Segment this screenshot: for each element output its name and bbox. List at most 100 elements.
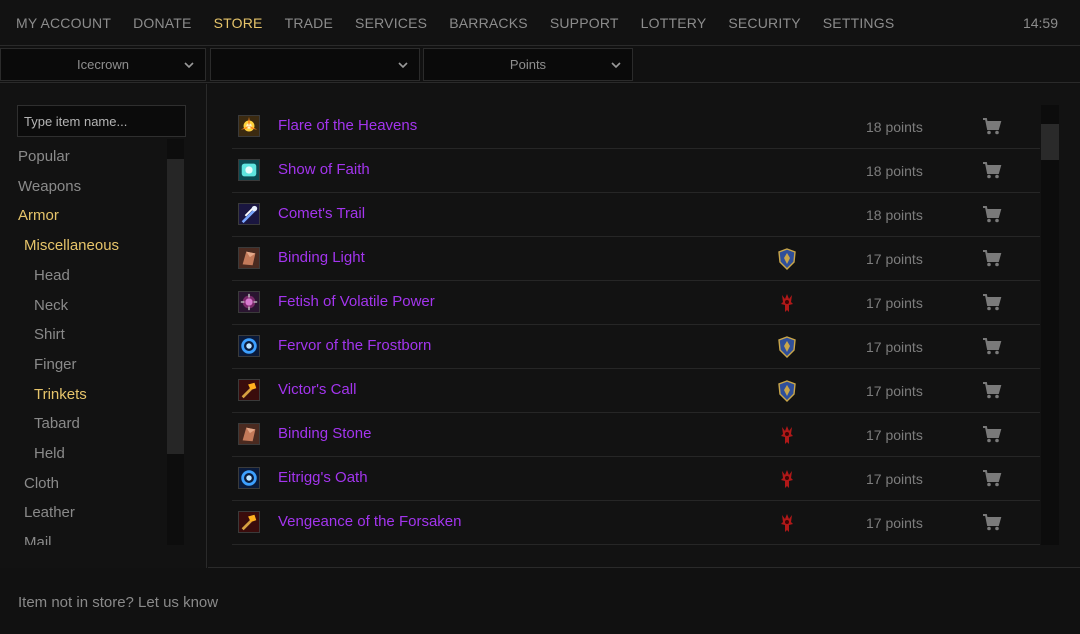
add-to-cart-icon[interactable]: [982, 205, 1002, 223]
add-to-cart-icon[interactable]: [982, 161, 1002, 179]
nav-item-settings[interactable]: SETTINGS: [823, 15, 895, 31]
item-price: 18 points: [866, 119, 923, 135]
hammer-icon: [238, 511, 260, 533]
item-name-link[interactable]: Show of Faith: [278, 161, 370, 178]
item-name-link[interactable]: Comet's Trail: [278, 205, 365, 222]
category-item-neck[interactable]: Neck: [34, 297, 68, 314]
hammer-icon: [238, 379, 260, 401]
currency-select-value: Points: [509, 57, 547, 72]
alliance-faction-icon: [778, 380, 796, 402]
table-row[interactable]: Show of Faith 18 points: [232, 149, 1040, 193]
nav-item-lottery[interactable]: LOTTERY: [641, 15, 707, 31]
category-item-leather[interactable]: Leather: [24, 504, 75, 521]
item-price: 17 points: [866, 383, 923, 399]
horde-faction-icon: [781, 470, 793, 488]
item-name-link[interactable]: Eitrigg's Oath: [278, 469, 368, 486]
clock: 14:59: [1022, 15, 1058, 31]
item-name-link[interactable]: Fetish of Volatile Power: [278, 293, 435, 310]
table-row[interactable]: Eitrigg's Oath 17 points: [232, 457, 1040, 501]
add-to-cart-icon[interactable]: [982, 293, 1002, 311]
item-price: 17 points: [866, 295, 923, 311]
table-row[interactable]: Vengeance of the Forsaken 17 points: [232, 501, 1040, 545]
item-search-input[interactable]: [17, 105, 186, 137]
item-name-link[interactable]: Vengeance of the Forsaken: [278, 513, 461, 530]
nav-item-trade[interactable]: TRADE: [285, 15, 333, 31]
alliance-faction-icon: [778, 248, 796, 270]
add-to-cart-icon[interactable]: [982, 425, 1002, 443]
binding-icon: [238, 247, 260, 269]
horde-faction-icon: [781, 294, 793, 312]
chevron-down-icon: [398, 62, 408, 69]
item-list-scrollbar-track[interactable]: [1041, 105, 1059, 545]
item-list-scrollbar-thumb[interactable]: [1041, 124, 1059, 160]
add-to-cart-icon[interactable]: [982, 381, 1002, 399]
filter-bar: Icecrown Points: [0, 47, 1080, 83]
category-item-weapons[interactable]: Weapons: [18, 178, 81, 195]
table-row[interactable]: Fervor of the Frostborn 17 points: [232, 325, 1040, 369]
category-item-cloth[interactable]: Cloth: [24, 475, 59, 492]
nav-item-support[interactable]: SUPPORT: [550, 15, 619, 31]
add-to-cart-icon[interactable]: [982, 513, 1002, 531]
realm-select-value: Icecrown: [76, 57, 130, 72]
table-row[interactable]: Binding Stone 17 points: [232, 413, 1040, 457]
horde-faction-icon: [781, 514, 793, 532]
nav-item-donate[interactable]: DONATE: [133, 15, 192, 31]
add-to-cart-icon[interactable]: [982, 337, 1002, 355]
item-list: Flare of the Heavens 18 points Show of Fai…: [208, 84, 1080, 568]
category-sidebar: Popular Weapons Armor Miscellaneous Head Neck…: [0, 84, 207, 568]
nav-item-services[interactable]: SERVICES: [355, 15, 427, 31]
table-row[interactable]: Comet's Trail 18 points: [232, 193, 1040, 237]
add-to-cart-icon[interactable]: [982, 117, 1002, 135]
sidebar-scrollbar-thumb[interactable]: [167, 159, 184, 454]
table-row[interactable]: Fetish of Volatile Power 17 points: [232, 281, 1040, 325]
chevron-down-icon: [611, 62, 621, 69]
item-price: 18 points: [866, 163, 923, 179]
category-item-held[interactable]: Held: [34, 445, 65, 462]
item-name-link[interactable]: Flare of the Heavens: [278, 117, 417, 134]
item-price: 17 points: [866, 251, 923, 267]
item-name-link[interactable]: Binding Stone: [278, 425, 371, 442]
currency-select[interactable]: Points: [423, 48, 633, 81]
frost-icon: [238, 467, 260, 489]
realm-select[interactable]: Icecrown: [0, 48, 206, 81]
table-row[interactable]: Binding Light 17 points: [232, 237, 1040, 281]
category-item-trinkets[interactable]: Trinkets: [34, 386, 87, 403]
comet-icon: [238, 203, 260, 225]
request-item-link[interactable]: Item not in store? Let us know: [18, 594, 218, 611]
item-price: 17 points: [866, 427, 923, 443]
nav-item-my-account[interactable]: MY ACCOUNT: [16, 15, 111, 31]
item-price: 17 points: [866, 515, 923, 531]
binding-icon: [238, 423, 260, 445]
category-item-miscellaneous[interactable]: Miscellaneous: [24, 237, 119, 254]
category-item-finger[interactable]: Finger: [34, 356, 77, 373]
nav-list: MY ACCOUNT DONATE STORE TRADE SERVICES BARRAC…: [16, 0, 916, 46]
item-price: 18 points: [866, 207, 923, 223]
flare-icon: [238, 115, 260, 137]
chevron-down-icon: [184, 62, 194, 69]
item-name-link[interactable]: Binding Light: [278, 249, 365, 266]
category-item-tabard[interactable]: Tabard: [34, 415, 80, 432]
frost-icon: [238, 335, 260, 357]
nav-item-barracks[interactable]: BARRACKS: [449, 15, 528, 31]
add-to-cart-icon[interactable]: [982, 469, 1002, 487]
category-item-popular[interactable]: Popular: [18, 148, 70, 165]
horde-faction-icon: [781, 426, 793, 444]
fetish-icon: [238, 291, 260, 313]
item-name-link[interactable]: Fervor of the Frostborn: [278, 337, 431, 354]
category-item-armor[interactable]: Armor: [18, 207, 59, 224]
category-item-head[interactable]: Head: [34, 267, 70, 284]
category-item-shirt[interactable]: Shirt: [34, 326, 65, 343]
add-to-cart-icon[interactable]: [982, 249, 1002, 267]
nav-item-security[interactable]: SECURITY: [728, 15, 800, 31]
item-price: 17 points: [866, 471, 923, 487]
character-select[interactable]: [210, 48, 420, 81]
category-item-mail[interactable]: Mail: [24, 534, 52, 545]
table-row[interactable]: Victor's Call 17 points: [232, 369, 1040, 413]
category-list: Popular Weapons Armor Miscellaneous Head Neck…: [0, 139, 166, 545]
table-row[interactable]: Flare of the Heavens 18 points: [232, 105, 1040, 149]
item-name-link[interactable]: Victor's Call: [278, 381, 356, 398]
footer: Item not in store? Let us know: [0, 569, 1080, 634]
item-price: 17 points: [866, 339, 923, 355]
nav-item-store[interactable]: STORE: [214, 15, 263, 31]
alliance-faction-icon: [778, 336, 796, 358]
